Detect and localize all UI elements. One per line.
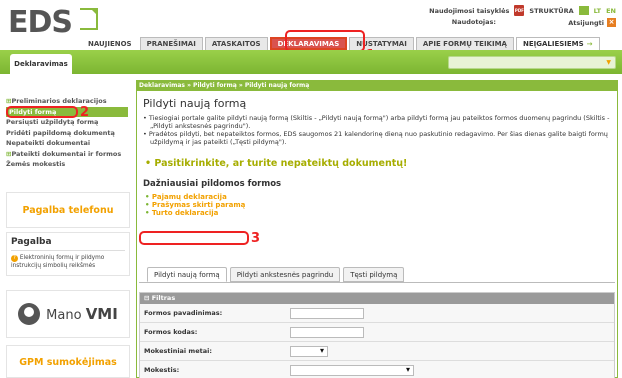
chevron-down-icon: ▼ [606,59,611,66]
filter-label: Mokestis: [144,366,180,374]
tab-divider [139,282,615,283]
help-phone-box[interactable]: Pagalba telefonu [6,192,130,228]
structure-icon[interactable] [578,6,589,15]
info-bullets: Tiesiogiai portale galite pildyti naują … [143,114,613,146]
user-label: Naudotojas: [451,18,496,26]
filter-row: Formos kodas: [140,323,614,342]
tax-select[interactable] [290,364,414,376]
breadcrumb: Deklaravimas » Pildyti formą » Pildyti n… [137,81,617,91]
user-guide-link[interactable]: Naudojimosi taisyklės [429,7,509,15]
check-documents-link[interactable]: Pasitikrinkite, ar turite nepateiktų dok… [145,158,617,169]
user-circle-icon [18,303,41,325]
eds-logo[interactable]: EDS [8,8,73,38]
form-tabs: Pildyti naują formą Pildyti ankstesnės p… [147,267,405,282]
tab-pildyti-nauja[interactable]: Pildyti naują formą [147,267,227,282]
main-content: Deklaravimas » Pildyti formą » Pildyti n… [136,80,618,378]
logout-link[interactable]: Atsijungti [568,19,604,27]
filter-label: Mokestiniai metai: [144,347,212,355]
tab-pranesimai[interactable]: PRANEŠIMAI [139,37,203,50]
lang-en[interactable]: EN [606,7,616,15]
lang-lt[interactable]: LT [594,7,602,15]
gpm-box[interactable]: GPM sumokėjimas [6,345,130,378]
filter-row: Formos pavadinimas: [140,304,614,323]
filter-label: Formos pavadinimas: [144,309,223,317]
annotation-number-2: 2 [80,105,90,120]
sidebar-item-pateikti[interactable]: ⊞Pateikti dokumentai ir formos [6,149,128,160]
tab-neigaliesiems[interactable]: NEĮGALIESIEMS → [515,37,600,50]
logo-document-icon [80,8,98,30]
frequent-forms-list: Pajamų deklaracija Prašymas skirti param… [145,193,617,217]
pdf-icon[interactable]: PDF [514,5,525,16]
mano-vmi-label: Mano VMI [46,305,118,323]
help-box: Pagalba ? Elektroninių formų ir pildymo … [6,232,130,276]
filter-panel: ⊟ Filtras Formos pavadinimas: Formos kod… [139,292,615,378]
arrow-right-icon: → [586,40,593,48]
logout-area: Atsijungti × [568,18,616,27]
collapse-icon: ⊟ [144,294,152,302]
filter-header[interactable]: ⊟ Filtras [140,293,614,304]
neigaliesiems-label: NEĮGALIESIEMS [522,40,584,48]
highlight-box-1 [285,30,365,52]
frequent-form-link[interactable]: Pajamų deklaracija [145,193,617,201]
filter-label: Formos kodas: [144,328,198,336]
tab-apie-formu-teikima[interactable]: APIE FORMŲ TEIKIMĄ [415,37,514,50]
tab-testi-pildyma[interactable]: Tęsti pildymą [343,267,405,282]
tab-naujienos[interactable]: NAUJIENOS [82,37,138,50]
filter-row: Mokestis: [140,361,614,378]
close-icon[interactable]: × [607,18,616,27]
info-bullet: Tiesiogiai portale galite pildyti naują … [143,114,613,130]
section-select[interactable]: ▼ [448,56,616,69]
tab-pildyti-ankstesnes[interactable]: Pildyti ankstesnės pagrindu [229,267,341,282]
help-link[interactable]: ? Elektroninių formų ir pildymo instrukc… [11,254,125,270]
sidebar-item-zemes-mokestis[interactable]: Žemės mokestis [6,159,128,170]
tab-ataskaitos[interactable]: ATASKAITOS [204,37,268,50]
sidebar-item-persiusti[interactable]: Persiųsti užpildytą formą [6,117,128,128]
sidebar-item-nepateikti[interactable]: Nepateikti dokumentai [6,138,128,149]
sidebar-item-preliminarios[interactable]: ⊞Preliminarios deklaracijos [6,96,128,107]
help-title: Pagalba [11,237,125,251]
highlight-box-3 [139,231,249,245]
frequent-form-link[interactable]: Prašymas skirti paramą [145,201,617,209]
top-meta: Naudojimosi taisyklės PDF STRUKTŪRA LT E… [429,5,616,16]
sidebar-item-prideti[interactable]: Pridėti papildomą dokumentą [6,128,128,139]
structure-link[interactable]: STRUKTŪRA [529,7,573,15]
frequent-form-link[interactable]: Turto deklaracija [145,209,617,217]
question-icon: ? [11,255,18,262]
tax-year-select[interactable] [290,345,328,357]
form-code-input[interactable] [290,326,364,338]
filter-row: Mokestiniai metai: [140,342,614,361]
mano-vmi-banner[interactable]: Mano VMI [6,290,130,338]
highlight-box-2 [6,106,78,118]
form-name-input[interactable] [290,307,364,319]
annotation-number-3: 3 [251,231,261,246]
section-tab-deklaravimas[interactable]: Deklaravimas [10,54,72,74]
frequent-forms-title: Dažniausiai pildomos formos [143,179,282,189]
info-bullet: Pradėtos pildyti, bet nepateiktos formos… [143,130,613,146]
page-title: Pildyti naują formą [143,97,247,110]
